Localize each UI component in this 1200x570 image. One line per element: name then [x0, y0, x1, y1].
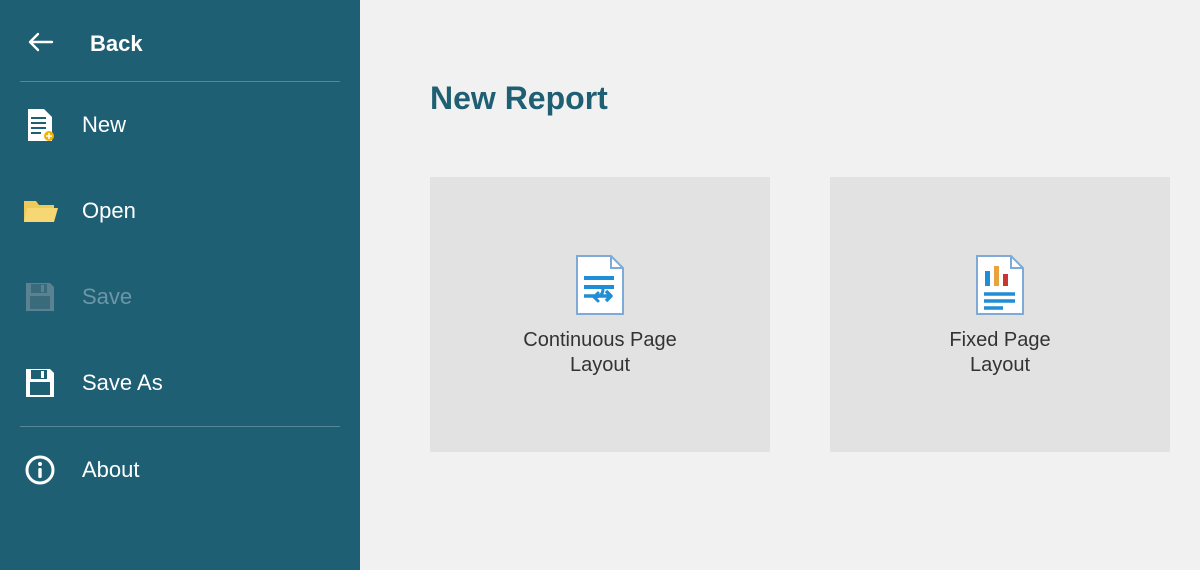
continuous-page-layout-card[interactable]: Continuous Page Layout: [430, 177, 770, 452]
arrow-left-icon: [28, 28, 54, 59]
back-button[interactable]: Back: [0, 8, 360, 81]
sidebar-item-about[interactable]: About: [0, 427, 360, 513]
sidebar-item-label: New: [82, 112, 126, 138]
continuous-page-icon: [573, 252, 627, 318]
sidebar: Back New Open: [0, 0, 360, 570]
sidebar-item-open[interactable]: Open: [0, 168, 360, 254]
save-icon: [20, 280, 60, 314]
main-panel: New Report Continuous Page Layout: [360, 0, 1200, 570]
fixed-page-layout-card[interactable]: Fixed Page Layout: [830, 177, 1170, 452]
info-icon: [20, 453, 60, 487]
sidebar-item-label: Save As: [82, 370, 163, 396]
page-title: New Report: [430, 80, 1200, 117]
sidebar-item-save-as[interactable]: Save As: [0, 340, 360, 426]
layout-cards: Continuous Page Layout Fixed Page Layout: [430, 177, 1200, 452]
back-label: Back: [90, 31, 143, 57]
card-label: Fixed Page Layout: [949, 328, 1050, 378]
fixed-page-icon: [973, 252, 1027, 318]
sidebar-item-label: About: [82, 457, 140, 483]
sidebar-item-label: Save: [82, 284, 132, 310]
folder-icon: [20, 194, 60, 228]
sidebar-item-new[interactable]: New: [0, 82, 360, 168]
new-document-icon: [20, 108, 60, 142]
save-as-icon: [20, 366, 60, 400]
sidebar-item-save: Save: [0, 254, 360, 340]
card-label: Continuous Page Layout: [523, 328, 676, 378]
sidebar-item-label: Open: [82, 198, 136, 224]
